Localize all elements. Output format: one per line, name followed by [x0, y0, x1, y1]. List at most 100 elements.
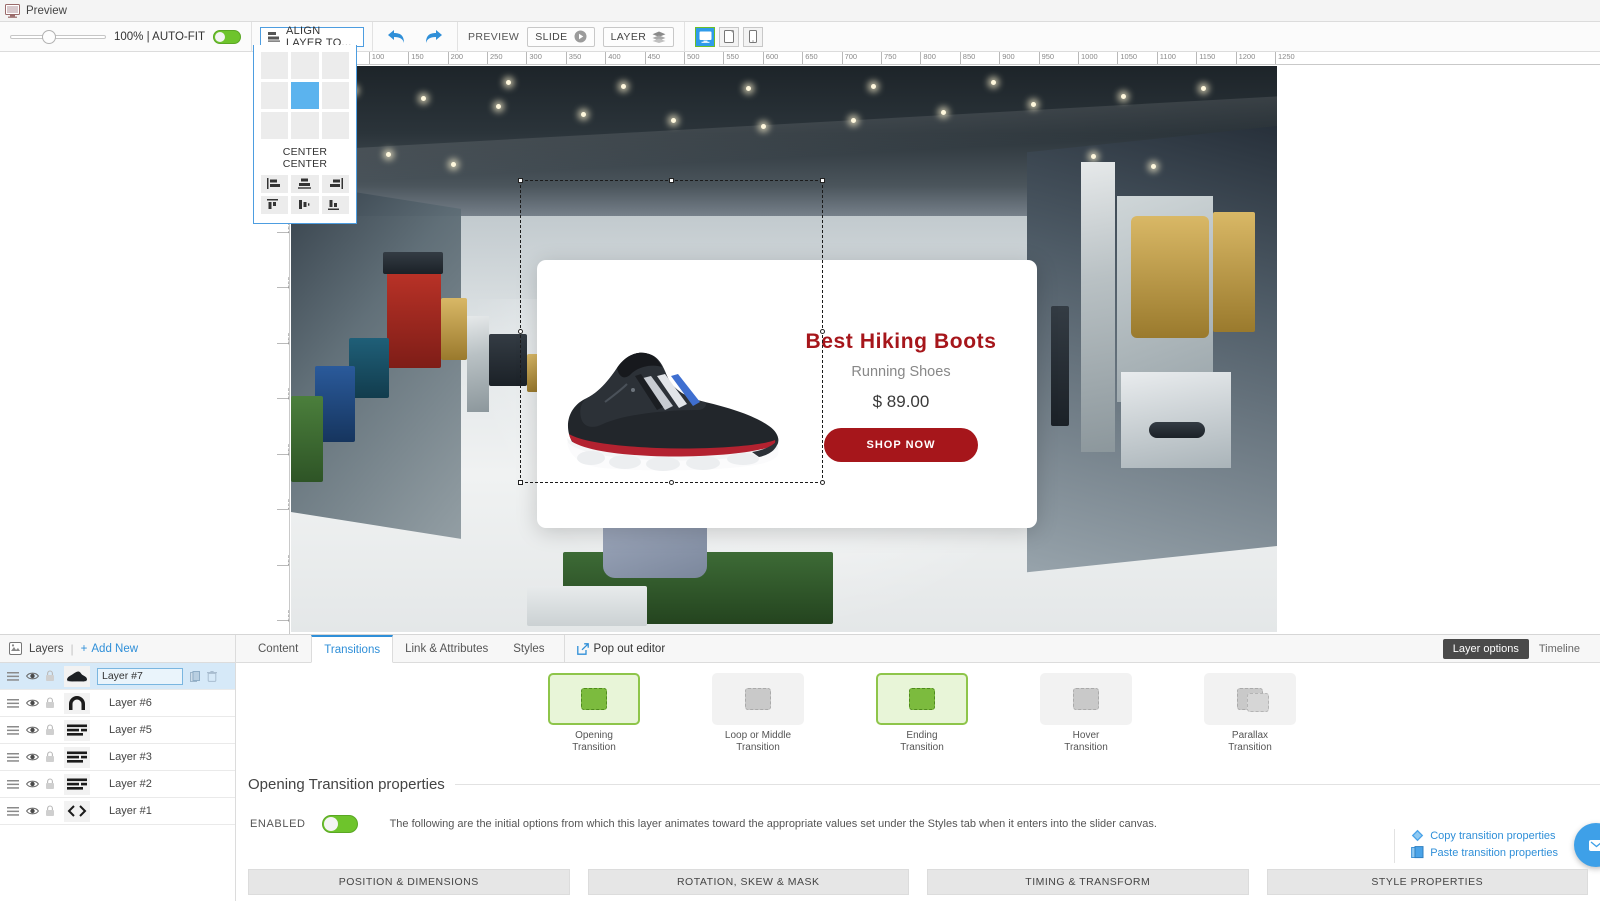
undo-arrow-icon[interactable] — [387, 28, 406, 45]
lock-icon[interactable] — [45, 724, 57, 736]
tab-content[interactable]: Content — [246, 635, 311, 662]
align-middle-icon[interactable] — [291, 196, 318, 214]
preview-slide-button[interactable]: SLIDE — [527, 27, 594, 47]
preview-label[interactable]: Preview — [26, 5, 67, 17]
layer-name-label[interactable]: Layer #6 — [109, 697, 169, 709]
align-cell-bottom-left[interactable] — [261, 112, 288, 139]
align-cell-bottom-center[interactable] — [291, 112, 318, 139]
tab-link-attributes[interactable]: Link & Attributes — [393, 635, 501, 662]
copy-transition-properties-link[interactable]: Copy transition properties — [1411, 829, 1558, 842]
resize-handle-top-right[interactable] — [820, 178, 825, 183]
timeline-button[interactable]: Timeline — [1529, 639, 1590, 659]
layer-row[interactable]: Layer #5 — [0, 717, 235, 744]
align-top-icon[interactable] — [261, 196, 288, 214]
paste-transition-properties-link[interactable]: Paste transition properties — [1411, 846, 1558, 859]
lock-icon[interactable] — [45, 778, 57, 790]
layer-selection-box[interactable] — [520, 180, 823, 483]
lock-icon[interactable] — [45, 670, 57, 682]
redo-arrow-icon[interactable] — [424, 28, 443, 45]
property-group-button[interactable]: TIMING & TRANSFORM — [927, 869, 1249, 895]
layer-thumbnail[interactable] — [64, 666, 90, 687]
layer-row[interactable]: Layer #2 — [0, 771, 235, 798]
lock-icon[interactable] — [45, 805, 57, 817]
layer-name-label[interactable]: Layer #3 — [109, 751, 169, 763]
add-new-button[interactable]: + Add New — [81, 643, 138, 655]
resize-handle-middle-left[interactable] — [518, 329, 523, 334]
layer-row[interactable]: Layer #3 — [0, 744, 235, 771]
layer-thumbnail[interactable] — [64, 774, 90, 795]
layer-options-button[interactable]: Layer options — [1443, 639, 1529, 659]
resize-handle-top-left[interactable] — [518, 178, 523, 183]
align-right-icon[interactable] — [322, 175, 349, 193]
transition-preview-icon[interactable] — [1040, 673, 1132, 725]
layer-thumbnail[interactable] — [64, 720, 90, 741]
device-mobile-button[interactable] — [743, 27, 763, 47]
drag-handle-icon[interactable] — [7, 780, 19, 789]
layer-thumbnail[interactable] — [64, 693, 90, 714]
transition-option[interactable]: Loop or MiddleTransition — [712, 673, 804, 754]
eye-icon[interactable] — [26, 779, 38, 789]
layer-name-input[interactable]: Layer #7 — [97, 668, 183, 685]
lock-icon[interactable] — [45, 697, 57, 709]
drag-handle-icon[interactable] — [7, 726, 19, 735]
resize-handle-middle-right[interactable] — [820, 329, 825, 334]
preview-layer-button[interactable]: LAYER — [603, 27, 675, 47]
property-group-button[interactable]: POSITION & DIMENSIONS — [248, 869, 570, 895]
autofit-toggle[interactable] — [213, 30, 241, 44]
eye-icon[interactable] — [26, 725, 38, 735]
transition-preview-icon[interactable] — [1204, 673, 1296, 725]
device-tablet-button[interactable] — [719, 27, 739, 47]
align-cell-center-center[interactable] — [291, 82, 318, 109]
transition-option[interactable]: HoverTransition — [1040, 673, 1132, 754]
shop-now-button[interactable]: SHOP NOW — [824, 428, 978, 462]
layer-thumbnail[interactable] — [64, 801, 90, 822]
layer-row[interactable]: Layer #7 — [0, 663, 235, 690]
align-cell-top-center[interactable] — [291, 52, 318, 79]
layer-name-label[interactable]: Layer #2 — [109, 778, 169, 790]
align-cell-top-right[interactable] — [322, 52, 349, 79]
drag-handle-icon[interactable] — [7, 672, 19, 681]
eye-icon[interactable] — [26, 752, 38, 762]
align-grid[interactable] — [261, 52, 349, 139]
tab-transitions[interactable]: Transitions — [311, 635, 393, 663]
zoom-slider[interactable] — [10, 30, 106, 44]
layer-name-label[interactable]: Layer #5 — [109, 724, 169, 736]
resize-handle-bottom-center[interactable] — [669, 480, 674, 485]
align-layer-button[interactable]: ALIGN LAYER TO... — [260, 27, 364, 47]
lock-icon[interactable] — [45, 751, 57, 763]
property-group-button[interactable]: ROTATION, SKEW & MASK — [588, 869, 910, 895]
transition-preview-icon[interactable] — [876, 673, 968, 725]
layer-thumbnail[interactable] — [64, 747, 90, 768]
align-center-icon[interactable] — [291, 175, 318, 193]
eye-icon[interactable] — [26, 671, 38, 681]
duplicate-icon[interactable] — [190, 671, 200, 682]
transition-option[interactable]: ParallaxTransition — [1204, 673, 1296, 754]
enabled-toggle[interactable] — [322, 815, 358, 833]
horizontal-ruler[interactable]: 5010015020025030035040045050055060065070… — [290, 52, 1600, 65]
pop-out-editor-button[interactable]: Pop out editor — [564, 635, 679, 662]
property-group-button[interactable]: STYLE PROPERTIES — [1267, 869, 1589, 895]
align-left-icon[interactable] — [261, 175, 288, 193]
transition-option[interactable]: EndingTransition — [876, 673, 968, 754]
drag-handle-icon[interactable] — [7, 699, 19, 708]
eye-icon[interactable] — [26, 806, 38, 816]
resize-handle-bottom-right[interactable] — [820, 480, 825, 485]
layer-row[interactable]: Layer #1 — [0, 798, 235, 825]
slider-canvas[interactable]: Best Hiking Boots Running Shoes $ 89.00 … — [291, 66, 1277, 632]
transition-preview-icon[interactable] — [712, 673, 804, 725]
device-desktop-button[interactable] — [695, 27, 715, 47]
tab-styles[interactable]: Styles — [501, 635, 557, 662]
align-cell-center-left[interactable] — [261, 82, 288, 109]
drag-handle-icon[interactable] — [7, 807, 19, 816]
trash-icon[interactable] — [207, 671, 217, 682]
transition-option[interactable]: OpeningTransition — [548, 673, 640, 754]
align-bottom-icon[interactable] — [322, 196, 349, 214]
transition-preview-icon[interactable] — [548, 673, 640, 725]
layer-row[interactable]: Layer #6 — [0, 690, 235, 717]
align-cell-center-right[interactable] — [322, 82, 349, 109]
align-cell-bottom-right[interactable] — [322, 112, 349, 139]
layer-name-label[interactable]: Layer #1 — [109, 805, 169, 817]
resize-handle-bottom-left[interactable] — [518, 480, 523, 485]
align-cell-top-left[interactable] — [261, 52, 288, 79]
resize-handle-top-center[interactable] — [669, 178, 674, 183]
